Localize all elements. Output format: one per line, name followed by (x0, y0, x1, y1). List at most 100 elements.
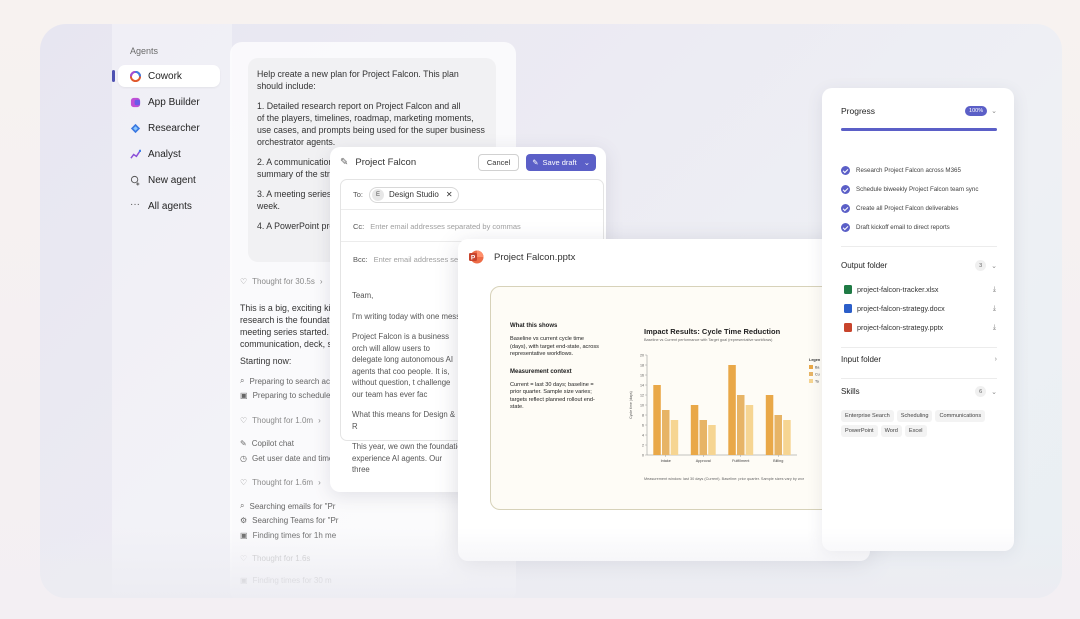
slide-preview[interactable]: What this shows Baseline vs current cycl… (490, 286, 842, 510)
download-icon[interactable]: ⤓ (993, 305, 996, 313)
thought-label: Thought for 1.0m (252, 416, 314, 425)
thought-label: Thought for 1.6m (252, 478, 314, 487)
chart-title: Impact Results: Cycle Time Reduction (644, 327, 781, 336)
clock-icon: ◷ (240, 454, 247, 463)
progress-badge: 100% (965, 106, 988, 116)
divider (841, 378, 997, 379)
thought-toggle[interactable]: ♡ Thought for 30.5s › (240, 277, 323, 286)
sidebar-item-label: Cowork (148, 70, 182, 82)
save-draft-button[interactable]: ✎ Save draft ⌄ (526, 153, 596, 171)
skill-tag: Excel (904, 425, 927, 437)
y-tick-label: 2 (642, 443, 644, 447)
agents-sidebar: Agents Cowork App Builder Researcher Ana… (112, 24, 232, 598)
slide-notes: What this shows Baseline vs current cycl… (510, 323, 599, 411)
file-item-docx[interactable]: project-falcon-strategy.docx ⤓ (844, 304, 996, 313)
y-tick-label: 8 (642, 413, 644, 417)
email-body[interactable]: Team, I'm writing today with one mess Pr… (352, 290, 462, 485)
copilot-icon (130, 70, 141, 82)
y-tick-label: 14 (640, 383, 644, 387)
download-icon[interactable]: ⤓ (993, 286, 996, 294)
legend-label: Ba (815, 366, 819, 370)
y-tick-label: 12 (640, 393, 644, 397)
bar-approval-0 (690, 405, 699, 455)
thought-toggle[interactable]: ♡ Thought for 1.6m › (240, 478, 321, 487)
skill-tags: Enterprise Search Scheduling Communicati… (841, 410, 1001, 437)
compose-icon: ✎ (532, 157, 539, 167)
cancel-button[interactable]: Cancel (477, 153, 520, 171)
recipient-chip[interactable]: E Design Studio ✕ (369, 186, 459, 203)
calendar-icon: ▣ (240, 531, 248, 540)
chevron-down-icon: ⌄ (991, 108, 997, 115)
prompt-paragraph: 1. Detailed research report on Project F… (257, 101, 485, 147)
check-icon (841, 166, 850, 175)
legend-label: Cu (815, 373, 820, 377)
file-item-pptx[interactable]: project-falcon-strategy.pptx ⤓ (844, 323, 996, 332)
bar-approval-1 (699, 420, 707, 455)
x-tick-label: Billing (773, 459, 783, 463)
x-tick-label: Approval (696, 459, 711, 463)
input-folder-header[interactable]: Input folder › (841, 355, 997, 364)
chart-subtitle: Baseline vs Current performance with Tar… (644, 338, 773, 342)
progress-step: Research Project Falcon across M365 (841, 166, 961, 175)
file-item-xlsx[interactable]: project-falcon-tracker.xlsx ⤓ (844, 285, 996, 294)
y-tick-label: 18 (640, 363, 644, 367)
compose-icon: ✎ (340, 156, 349, 168)
thought-toggle[interactable]: ♡ Thought for 1.0m › (240, 416, 321, 425)
sidebar-item-cowork[interactable]: Cowork (112, 65, 220, 87)
skills-header[interactable]: Skills 6 ⌄ (841, 386, 997, 397)
bar-fulfillment-1 (737, 395, 745, 455)
chevron-right-icon: › (318, 478, 321, 487)
assistant-message: This is a big, exciting kick research is… (240, 303, 340, 349)
starting-now-label: Starting now: (240, 356, 292, 366)
sidebar-item-app-builder[interactable]: App Builder (118, 91, 220, 113)
sidebar-item-all-agents[interactable]: ··· All agents (118, 195, 220, 217)
bar-approval-2 (708, 425, 716, 455)
progress-bar-fill (841, 128, 997, 131)
activity-item: ⚙ Searching Teams for "Pr (240, 516, 339, 525)
legend-swatch (809, 372, 813, 376)
new-agent-icon (130, 175, 140, 186)
pptx-filename: Project Falcon.pptx (494, 251, 576, 263)
to-field[interactable]: To: E Design Studio ✕ (341, 180, 603, 210)
sidebar-title: Agents (130, 46, 159, 56)
bar-billing-2 (783, 420, 791, 455)
thought-label: Thought for 30.5s (252, 277, 315, 286)
activity-item: ⌕ Preparing to search acro (240, 376, 338, 386)
legend-swatch (809, 379, 813, 383)
y-tick-label: 6 (642, 423, 644, 427)
bar-billing-0 (765, 395, 774, 455)
sidebar-item-label: Researcher (148, 122, 200, 134)
x-tick-label: Intake (661, 459, 671, 463)
activity-item: ▣ Finding times for 30 m (240, 576, 332, 585)
y-tick-label: 4 (642, 433, 644, 437)
chevron-down-icon: ⌄ (991, 388, 997, 396)
count-badge: 6 (975, 386, 987, 397)
chevron-down-icon: ⌄ (991, 262, 997, 270)
excel-icon (844, 285, 852, 294)
sidebar-item-new-agent[interactable]: New agent (118, 169, 220, 191)
check-icon (841, 185, 850, 194)
skill-tag: Scheduling (896, 410, 933, 422)
sidebar-item-researcher[interactable]: Researcher (118, 117, 220, 139)
progress-header[interactable]: Progress 100% ⌄ (841, 106, 997, 116)
download-icon[interactable]: ⤓ (993, 324, 996, 332)
count-badge: 3 (975, 260, 987, 271)
output-folder-header[interactable]: Output folder 3 ⌄ (841, 260, 997, 271)
legend-title: Legen (809, 358, 821, 362)
y-axis-label: Cycle time (days) (629, 391, 633, 419)
progress-step: Create all Project Falcon deliverables (841, 204, 959, 213)
more-icon: ··· (130, 198, 140, 210)
copilot-chat-icon: ✎ (240, 439, 247, 448)
sidebar-item-analyst[interactable]: Analyst (118, 143, 220, 165)
activity-item: ▣ Finding times for 1h me (240, 531, 337, 540)
prompt-paragraph: Help create a new plan for Project Falco… (257, 69, 459, 91)
thought-label: Thought for 1.6s (252, 554, 311, 563)
cc-field[interactable]: Cc: Enter email addresses separated by c… (341, 212, 603, 242)
bar-billing-1 (774, 415, 782, 455)
sidebar-item-label: All agents (148, 200, 192, 212)
thought-toggle[interactable]: ♡ Thought for 1.6s (240, 554, 310, 563)
calendar-icon: ▣ (240, 576, 248, 585)
close-icon[interactable]: ✕ (446, 190, 453, 199)
bar-intake-1 (662, 410, 670, 455)
bar-fulfillment-0 (728, 365, 736, 455)
